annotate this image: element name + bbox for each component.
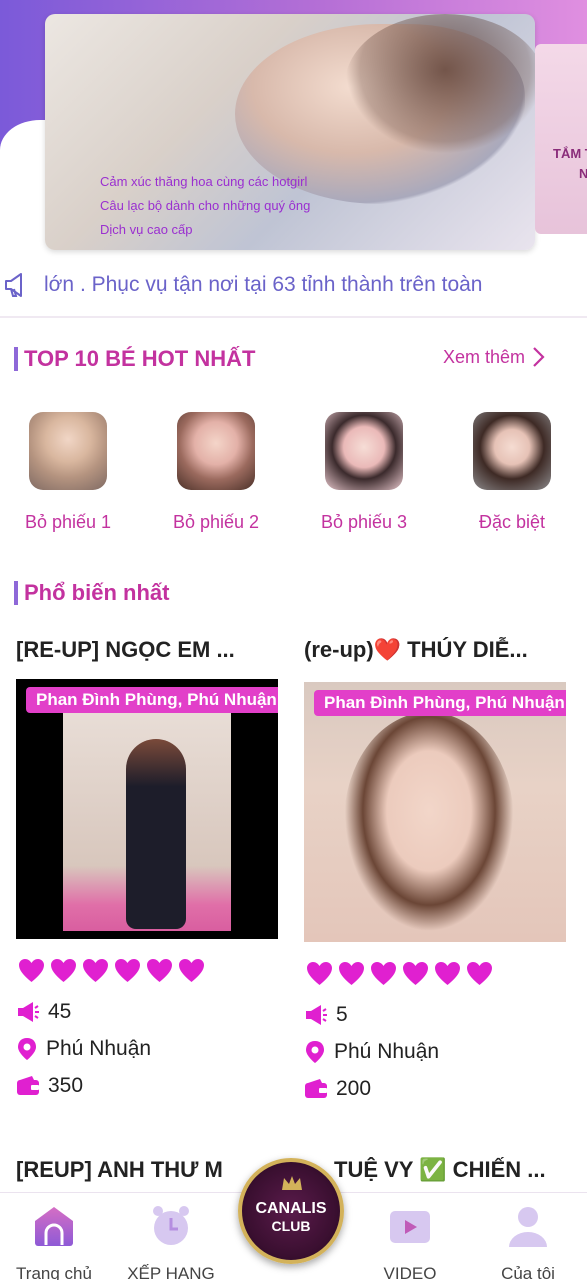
heart-icon <box>147 959 172 982</box>
district-stat: Phú Nhuận <box>304 1040 439 1064</box>
banner-line-2: Câu lạc bộ dành cho những quý ông <box>100 198 311 213</box>
see-more-link[interactable]: Xem thêm <box>443 346 545 368</box>
top10-header: TOP 10 BÉ HOT NHẤT <box>14 346 255 372</box>
next-banner-text-2: N <box>579 166 587 181</box>
banner-text: Cảm xúc thăng hoa cùng các hotgirl Câu l… <box>100 174 310 246</box>
price-stat: 200 <box>304 1077 371 1101</box>
views-count: 5 <box>336 1003 348 1026</box>
megaphone-icon <box>306 1005 327 1025</box>
top10-label: Đặc biệt <box>478 512 546 532</box>
heart-icon <box>467 962 492 985</box>
rating-hearts <box>306 961 498 986</box>
top10-item-2[interactable]: Bỏ phiếu 2 <box>146 412 286 533</box>
photo-figure <box>126 739 186 929</box>
card-title[interactable]: TUỆ VY ✅ CHIẾN ... <box>334 1157 574 1183</box>
nav-label: VIDEO <box>383 1264 437 1280</box>
banner-photo-hair <box>345 14 535 154</box>
top10-item-1[interactable]: Bỏ phiếu 1 <box>0 412 138 533</box>
nav-label: XẾP HẠNG <box>127 1264 215 1280</box>
heart-icon <box>19 959 44 982</box>
photo-hair <box>344 712 514 932</box>
next-banner-peek[interactable]: TẮM T N <box>535 44 587 234</box>
location-pin-icon <box>306 1041 324 1063</box>
price-stat: 350 <box>16 1074 83 1098</box>
logo-text: CANALIS <box>255 1200 327 1217</box>
heart-icon <box>435 962 460 985</box>
section-bar <box>14 581 18 605</box>
views-stat: 45 <box>16 1000 71 1024</box>
heart-icon <box>179 959 204 982</box>
banner-line-3: Dịch vụ cao cấp <box>100 222 193 237</box>
promo-banner[interactable]: Cảm xúc thăng hoa cùng các hotgirl Câu l… <box>45 14 535 250</box>
video-icon <box>390 1211 430 1243</box>
heart-icon <box>51 959 76 982</box>
rating-hearts <box>18 958 210 983</box>
home-icon <box>35 1207 73 1246</box>
user-icon <box>509 1207 547 1247</box>
nav-label: Của tôi <box>501 1264 555 1280</box>
chevron-right-icon <box>533 347 545 367</box>
district-stat: Phú Nhuận <box>16 1037 151 1061</box>
heart-icon <box>403 962 428 985</box>
top10-title: TOP 10 BÉ HOT NHẤT <box>24 346 256 371</box>
card-title[interactable]: [RE-UP] NGỌC EM ... <box>16 637 276 663</box>
nav-label: Trang chủ <box>16 1264 92 1280</box>
avatar <box>325 412 403 490</box>
location-badge: Phan Đình Phùng, Phú Nhuận <box>314 690 566 716</box>
location-pin-icon <box>18 1038 36 1060</box>
wallet-icon <box>305 1079 327 1098</box>
top10-label: Bỏ phiếu 1 <box>24 512 112 532</box>
heart-icon <box>307 962 332 985</box>
card-photo[interactable]: Phan Đình Phùng, Phú Nhuận <box>304 682 566 942</box>
megaphone-icon <box>5 273 22 297</box>
club-logo-button[interactable]: CANALIS CLUB <box>238 1158 344 1264</box>
divider <box>0 316 587 318</box>
popular-header: Phổ biến nhất <box>14 580 169 606</box>
alarm-clock-icon <box>153 1206 189 1245</box>
section-bar <box>14 347 18 371</box>
logo-text-2: CLUB <box>271 1218 311 1234</box>
card-title[interactable]: [REUP] ANH THƯ M <box>16 1157 246 1183</box>
views-count: 45 <box>48 1000 72 1023</box>
popular-title: Phổ biến nhất <box>24 580 170 605</box>
top10-label: Bỏ phiếu 3 <box>320 512 408 532</box>
next-banner-text: TẮM T <box>553 146 587 161</box>
district-name: Phú Nhuận <box>334 1040 440 1063</box>
crown-icon <box>282 1176 302 1190</box>
top10-item-4[interactable]: Đặc biệt <box>442 412 582 533</box>
announcement-marquee: lớn . Phục vụ tận nơi tại 63 tỉnh thành … <box>0 262 587 308</box>
top10-label: Bỏ phiếu 2 <box>172 512 260 532</box>
megaphone-icon <box>18 1002 39 1022</box>
top10-item-3[interactable]: Bỏ phiếu 3 <box>294 412 434 533</box>
price-value: 200 <box>336 1077 372 1100</box>
heart-icon <box>115 959 140 982</box>
wallet-icon <box>17 1076 39 1095</box>
avatar <box>29 412 107 490</box>
card-title[interactable]: (re-up)❤️ THÚY DIỄ... <box>304 637 574 663</box>
marquee-text: lớn . Phục vụ tận nơi tại 63 tỉnh thành … <box>44 273 483 296</box>
district-name: Phú Nhuận <box>46 1037 152 1060</box>
nav-profile[interactable]: Của tôi <box>478 1203 578 1280</box>
heart-icon <box>83 959 108 982</box>
banner-line-1: Cảm xúc thăng hoa cùng các hotgirl <box>100 174 308 189</box>
avatar <box>473 412 551 490</box>
views-stat: 5 <box>304 1003 348 1027</box>
see-more-label: Xem thêm <box>443 346 526 367</box>
card-photo[interactable]: Phan Đình Phùng, Phú Nhuận <box>16 679 278 939</box>
nav-video[interactable]: VIDEO <box>360 1203 460 1280</box>
location-badge: Phan Đình Phùng, Phú Nhuận <box>26 687 278 713</box>
heart-icon <box>371 962 396 985</box>
avatar <box>177 412 255 490</box>
price-value: 350 <box>48 1074 84 1097</box>
nav-ranking[interactable]: XẾP HẠNG <box>121 1203 221 1280</box>
heart-icon <box>339 962 364 985</box>
nav-home[interactable]: Trang chủ <box>4 1203 104 1280</box>
